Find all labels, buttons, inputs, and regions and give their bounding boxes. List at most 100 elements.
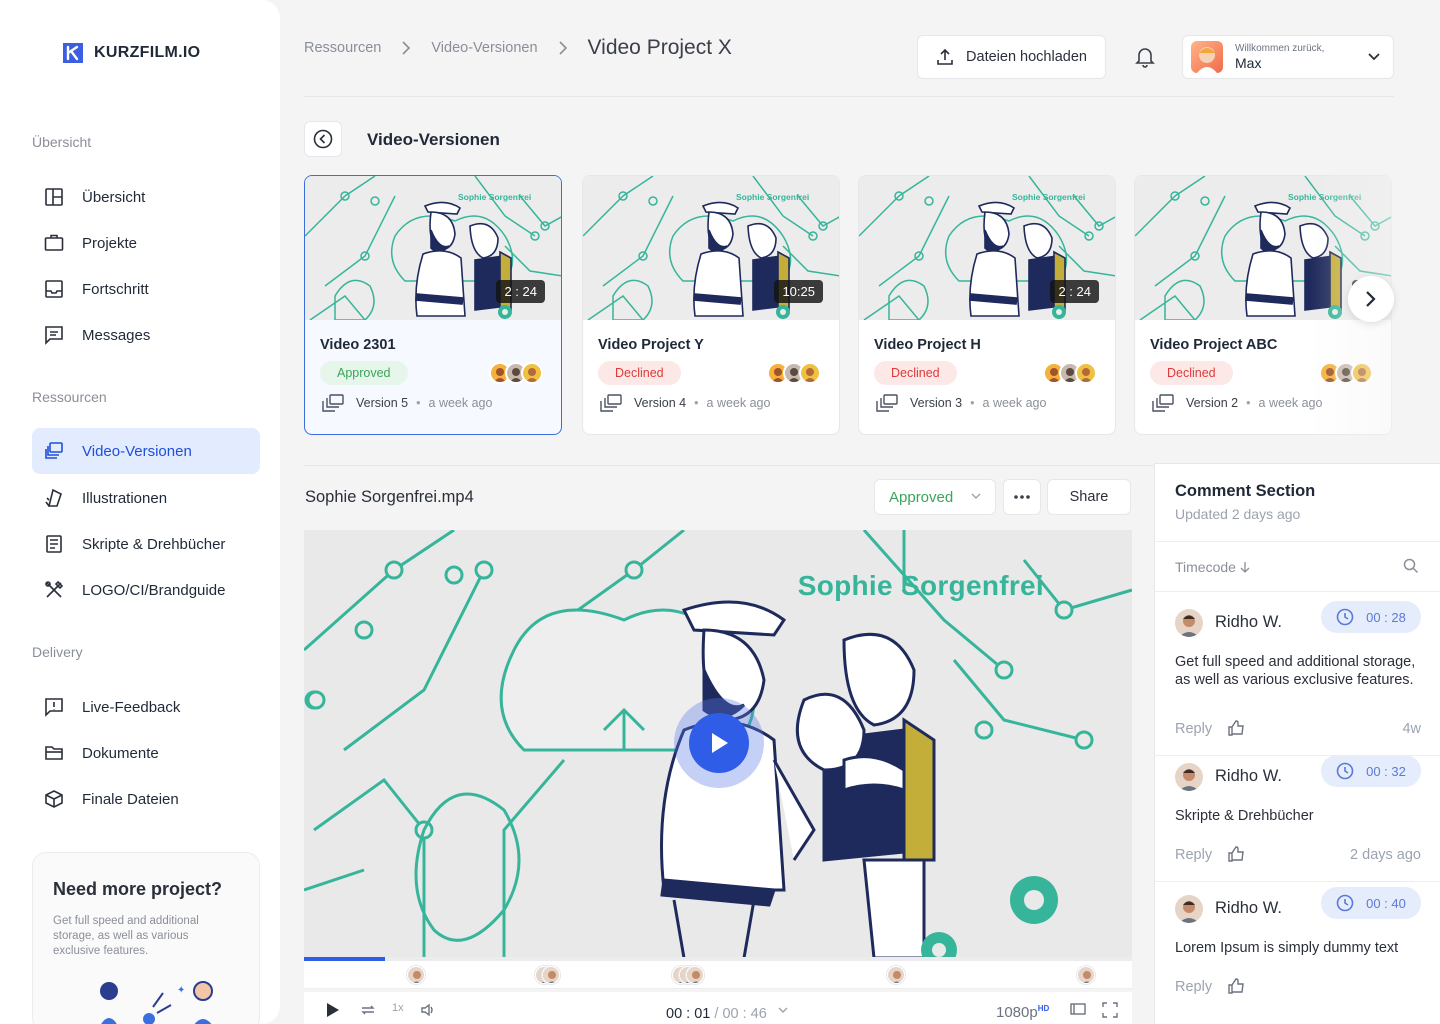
comment-timeline[interactable] bbox=[304, 961, 1132, 989]
share-button[interactable]: Share bbox=[1047, 479, 1131, 515]
chevron-right-icon bbox=[401, 41, 411, 55]
nav-item-label: Finale Dateien bbox=[82, 790, 179, 808]
version-age: a week ago bbox=[982, 396, 1047, 410]
logo[interactable]: KURZFILM.IO bbox=[60, 40, 200, 66]
play-button[interactable] bbox=[674, 698, 764, 788]
nav-item-label: Video-Versionen bbox=[82, 442, 192, 460]
chevron-down-icon[interactable] bbox=[778, 1006, 788, 1014]
reply-button[interactable]: Reply bbox=[1175, 979, 1212, 995]
user-menu[interactable]: Willkommen zurück, Max bbox=[1182, 35, 1394, 79]
like-icon[interactable] bbox=[1227, 977, 1245, 1000]
nav-item-fortschritt[interactable]: Fortschritt bbox=[32, 266, 260, 312]
loop-icon[interactable] bbox=[360, 1002, 376, 1018]
play-control-icon[interactable] bbox=[324, 1002, 340, 1018]
comment-marker[interactable] bbox=[685, 966, 704, 984]
avatar bbox=[1351, 362, 1373, 384]
status-select-value: Approved bbox=[889, 488, 954, 506]
status-select[interactable]: Approved bbox=[874, 479, 996, 515]
version-card[interactable]: Sophie Sorgenfrei 2 : 24 Video 2301 Appr… bbox=[304, 175, 562, 435]
nav-item-messages[interactable]: Messages bbox=[32, 312, 260, 358]
comment-author: Ridho W. bbox=[1215, 613, 1282, 631]
sort-timecode-button[interactable]: Timecode bbox=[1175, 559, 1250, 575]
user-greeting: Willkommen zurück, bbox=[1235, 43, 1325, 54]
version-age: a week ago bbox=[428, 396, 493, 410]
nav-item-dokumente[interactable]: Dokumente bbox=[32, 730, 260, 776]
avatar bbox=[1075, 362, 1097, 384]
comment-marker[interactable] bbox=[887, 966, 906, 984]
clock-icon bbox=[1336, 762, 1354, 780]
more-dots-icon bbox=[1014, 495, 1030, 499]
thumbnail-caption: Sophie Sorgenfrei bbox=[458, 192, 531, 202]
comment-time: 4w bbox=[1402, 721, 1421, 737]
version-meta: Version 2 • a week ago bbox=[1152, 394, 1322, 412]
breadcrumb-item[interactable]: Ressourcen bbox=[304, 40, 381, 56]
volume-icon[interactable] bbox=[420, 1002, 436, 1018]
fullscreen-icon[interactable] bbox=[1102, 1002, 1118, 1018]
avatar bbox=[1175, 609, 1203, 637]
timecode-chip[interactable]: 00 : 32 bbox=[1321, 755, 1421, 787]
reply-button[interactable]: Reply bbox=[1175, 847, 1212, 863]
nav-item-uebersicht[interactable]: Übersicht bbox=[32, 174, 260, 220]
comment-marker[interactable] bbox=[1077, 966, 1096, 984]
upload-button[interactable]: Dateien hochladen bbox=[917, 35, 1106, 79]
nav-item-label: Projekte bbox=[82, 234, 138, 252]
back-button[interactable] bbox=[304, 121, 342, 157]
duration-badge: 10:25 bbox=[774, 280, 823, 303]
thumbnail-caption: Sophie Sorgenfrei bbox=[736, 192, 809, 202]
version-meta: Version 3 • a week ago bbox=[876, 394, 1046, 412]
reviewer-avatars bbox=[767, 362, 821, 384]
message-icon bbox=[44, 325, 64, 345]
nav-item-projekte[interactable]: Projekte bbox=[32, 220, 260, 266]
version-card[interactable]: Sophie Sorgenfrei 2 : 24 Video Project H… bbox=[858, 175, 1116, 435]
speed-control[interactable]: 1x bbox=[392, 1002, 404, 1014]
nav-item-label: Fortschritt bbox=[82, 280, 149, 298]
nav-item-video-versionen[interactable]: Video-Versionen bbox=[32, 428, 260, 474]
like-icon[interactable] bbox=[1227, 719, 1245, 742]
avatar bbox=[799, 362, 821, 384]
back-arrow-icon bbox=[313, 129, 333, 149]
more-options-button[interactable] bbox=[1003, 479, 1041, 515]
reply-button[interactable]: Reply bbox=[1175, 721, 1212, 737]
promo-card[interactable]: Need more project? Get full speed and ad… bbox=[32, 852, 260, 1024]
theater-mode-icon[interactable] bbox=[1070, 1002, 1086, 1016]
nav-item-illustrationen[interactable]: Illustrationen bbox=[32, 475, 260, 521]
reviewer-avatars bbox=[489, 362, 543, 384]
chevron-down-icon bbox=[971, 493, 981, 499]
logo-mark-icon bbox=[63, 43, 83, 63]
nav-item-brandguide[interactable]: LOGO/CI/Brandguide bbox=[32, 567, 260, 613]
video-versions-icon bbox=[322, 394, 344, 412]
tools-icon bbox=[44, 580, 64, 600]
divider bbox=[1155, 591, 1440, 592]
quality-select[interactable]: 1080pHD bbox=[996, 1004, 1049, 1021]
carousel-next-button[interactable] bbox=[1348, 276, 1394, 322]
header-divider bbox=[304, 96, 1394, 97]
version-number: Version 4 bbox=[634, 396, 687, 410]
like-icon[interactable] bbox=[1227, 845, 1245, 868]
timecode-chip[interactable]: 00 : 28 bbox=[1321, 601, 1421, 633]
version-card[interactable]: Sophie Sorgenfrei 10:25 Video Project Y … bbox=[582, 175, 840, 435]
speed-value: 1x bbox=[392, 1002, 404, 1014]
total-time: 00 : 46 bbox=[722, 1006, 767, 1022]
illustration-icon bbox=[44, 488, 64, 508]
nav-item-finale-dateien[interactable]: Finale Dateien bbox=[32, 776, 260, 822]
current-time: 00 : 01 bbox=[666, 1006, 711, 1022]
section-label-delivery: Delivery bbox=[32, 644, 83, 660]
search-icon[interactable] bbox=[1403, 558, 1419, 579]
nav-item-live-feedback[interactable]: Live-Feedback bbox=[32, 684, 260, 730]
nav-item-skripte[interactable]: Skripte & Drehbücher bbox=[32, 521, 260, 567]
nav-item-label: Übersicht bbox=[82, 188, 146, 206]
svg-text:✦: ✦ bbox=[177, 985, 185, 996]
duration-badge: 2 : 24 bbox=[496, 280, 545, 303]
timecode-chip[interactable]: 00 : 40 bbox=[1321, 887, 1421, 919]
thumbnail-caption: Sophie Sorgenfrei bbox=[1288, 192, 1361, 202]
status-badge: Declined bbox=[1150, 361, 1233, 385]
video-frame[interactable]: Sophie Sorgenfrei bbox=[304, 530, 1132, 958]
comment-marker[interactable] bbox=[542, 966, 561, 984]
divider bbox=[1155, 541, 1440, 542]
notification-bell-icon[interactable] bbox=[1130, 42, 1160, 72]
upload-icon bbox=[937, 48, 953, 65]
clock-icon bbox=[1336, 608, 1354, 626]
breadcrumb-item[interactable]: Video-Versionen bbox=[431, 40, 537, 56]
video-thumbnail: Sophie Sorgenfrei 10:25 bbox=[583, 176, 839, 320]
comment-marker[interactable] bbox=[406, 966, 425, 984]
